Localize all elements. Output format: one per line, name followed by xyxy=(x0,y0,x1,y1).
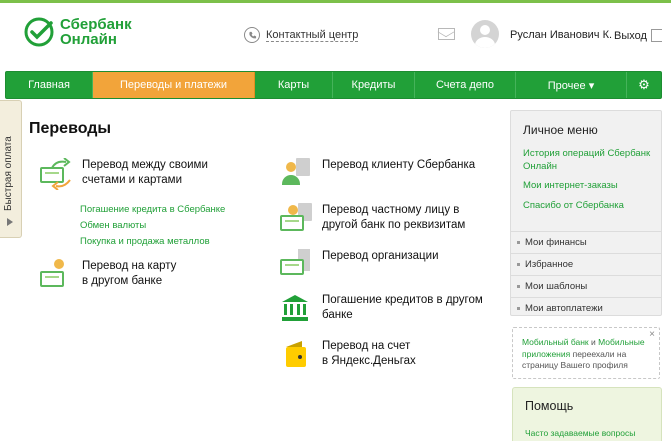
logout-label: Выход xyxy=(614,29,647,42)
settings-gear-icon[interactable]: ⚙ xyxy=(627,72,661,98)
op-private-person-line1: Перевод частному лицу в xyxy=(322,204,460,216)
notice-and: и xyxy=(588,337,599,347)
page-title: Переводы xyxy=(29,120,112,137)
menu-section-autopayments[interactable]: Мои автоплатежи xyxy=(511,297,661,319)
op-sber-client-label: Перевод клиенту Сбербанка xyxy=(322,159,476,171)
brand-line-2: Онлайн xyxy=(60,31,117,48)
messages-envelope-icon[interactable] xyxy=(438,28,455,40)
nav-cards[interactable]: Карты xyxy=(255,72,333,98)
own-accounts-transfer-icon xyxy=(38,158,74,190)
link-credit-repayment-sber[interactable]: Погашение кредита в Сбербанке xyxy=(80,202,225,218)
op-credit-other-bank[interactable]: Погашение кредитов в другом банке xyxy=(278,293,483,323)
organization-building-icon xyxy=(278,249,314,279)
nav-credits[interactable]: Кредиты xyxy=(333,72,415,98)
link-mobile-bank[interactable]: Мобильный банк xyxy=(522,337,589,347)
link-internet-orders[interactable]: Мои интернет-заказы xyxy=(523,180,655,193)
phone-icon xyxy=(244,27,260,43)
op-organization[interactable]: Перевод организации xyxy=(278,249,439,279)
op-card-other-bank-line2: в другом банке xyxy=(82,275,163,287)
nav-transfers-payments[interactable]: Переводы и платежи xyxy=(93,72,255,98)
nav-depo-accounts[interactable]: Счета депо xyxy=(415,72,516,98)
op-credit-other-bank-line1: Погашение кредитов в другом xyxy=(322,294,483,306)
bullet-icon xyxy=(517,307,520,310)
yandex-wallet-icon xyxy=(278,339,314,369)
op-card-other-bank[interactable]: Перевод на карту в другом банке xyxy=(38,259,176,289)
link-metals-trade[interactable]: Покупка и продажа металлов xyxy=(80,234,225,250)
link-faq[interactable]: Часто задаваемые вопросы xyxy=(525,428,635,439)
bullet-icon xyxy=(517,241,520,244)
main-nav: Главная Переводы и платежи Карты Кредиты… xyxy=(5,71,662,99)
private-person-icon xyxy=(278,203,314,233)
own-transfer-sublinks: Погашение кредита в Сбербанке Обмен валю… xyxy=(80,202,225,250)
sberbank-logo[interactable]: Сбербанк Онлайн xyxy=(24,17,132,47)
menu-section-finances[interactable]: Мои финансы xyxy=(511,231,661,253)
user-avatar[interactable] xyxy=(471,20,499,48)
op-credit-other-bank-line2: банке xyxy=(322,309,353,321)
sber-client-icon xyxy=(278,158,314,188)
personal-menu-title: Личное меню xyxy=(523,123,598,137)
link-operations-history[interactable]: История операций Сбербанк Онлайн xyxy=(523,148,655,173)
top-accent-line xyxy=(0,0,671,3)
op-organization-label: Перевод организации xyxy=(322,250,439,262)
menu-section-favorites-label: Избранное xyxy=(525,259,574,270)
user-name[interactable]: Руслан Иванович К. xyxy=(510,29,612,41)
quick-payment-tab[interactable]: Быстрая оплата xyxy=(0,100,22,238)
brand-name: Сбербанк Онлайн xyxy=(60,17,132,47)
bullet-icon xyxy=(517,285,520,288)
expand-arrow-icon xyxy=(7,218,13,226)
sberbank-logo-icon xyxy=(24,17,54,47)
op-private-person-line2: другой банк по реквизитам xyxy=(322,219,466,231)
nav-home[interactable]: Главная xyxy=(6,72,93,98)
menu-section-templates[interactable]: Мои шаблоны xyxy=(511,275,661,297)
op-own-transfer[interactable]: Перевод между своими счетами и картами xyxy=(38,158,208,190)
logout-door-icon xyxy=(650,29,662,42)
card-transfer-icon xyxy=(38,259,74,289)
personal-menu-panel: Личное меню История операций Сбербанк Он… xyxy=(510,110,662,316)
op-own-transfer-line1: Перевод между своими xyxy=(82,159,208,171)
op-own-transfer-line2: счетами и картами xyxy=(82,174,182,186)
op-card-other-bank-line1: Перевод на карту xyxy=(82,260,177,272)
mobile-moved-notice: × Мобильный банк и Мобильные приложения … xyxy=(512,327,660,379)
link-spasibo[interactable]: Спасибо от Сбербанка xyxy=(523,200,655,213)
menu-section-favorites[interactable]: Избранное xyxy=(511,253,661,275)
op-yandex-money-line1: Перевод на счет xyxy=(322,340,411,352)
menu-section-templates-label: Мои шаблоны xyxy=(525,281,588,292)
menu-section-finances-label: Мои финансы xyxy=(525,237,587,248)
bank-building-icon xyxy=(278,293,314,323)
link-currency-exchange[interactable]: Обмен валюты xyxy=(80,218,225,234)
contact-center-label: Контактный центр xyxy=(266,28,359,42)
op-private-person[interactable]: Перевод частному лицу в другой банк по р… xyxy=(278,203,465,233)
logout-button[interactable]: Выход xyxy=(614,29,662,42)
help-title: Помощь xyxy=(525,399,574,413)
brand-line-1: Сбербанк xyxy=(60,16,132,33)
op-yandex-money[interactable]: Перевод на счет в Яндекс.Деньгах xyxy=(278,339,416,369)
op-sber-client[interactable]: Перевод клиенту Сбербанка xyxy=(278,158,475,188)
quick-payment-label: Быстрая оплата xyxy=(3,136,14,211)
op-yandex-money-line2: в Яндекс.Деньгах xyxy=(322,355,416,367)
nav-other[interactable]: Прочее ▾ xyxy=(516,72,627,98)
help-panel: Помощь Часто задаваемые вопросы xyxy=(512,387,662,441)
bullet-icon xyxy=(517,263,520,266)
close-icon[interactable]: × xyxy=(649,329,655,341)
menu-section-autopayments-label: Мои автоплатежи xyxy=(525,303,603,314)
contact-center-link[interactable]: Контактный центр xyxy=(244,27,359,43)
